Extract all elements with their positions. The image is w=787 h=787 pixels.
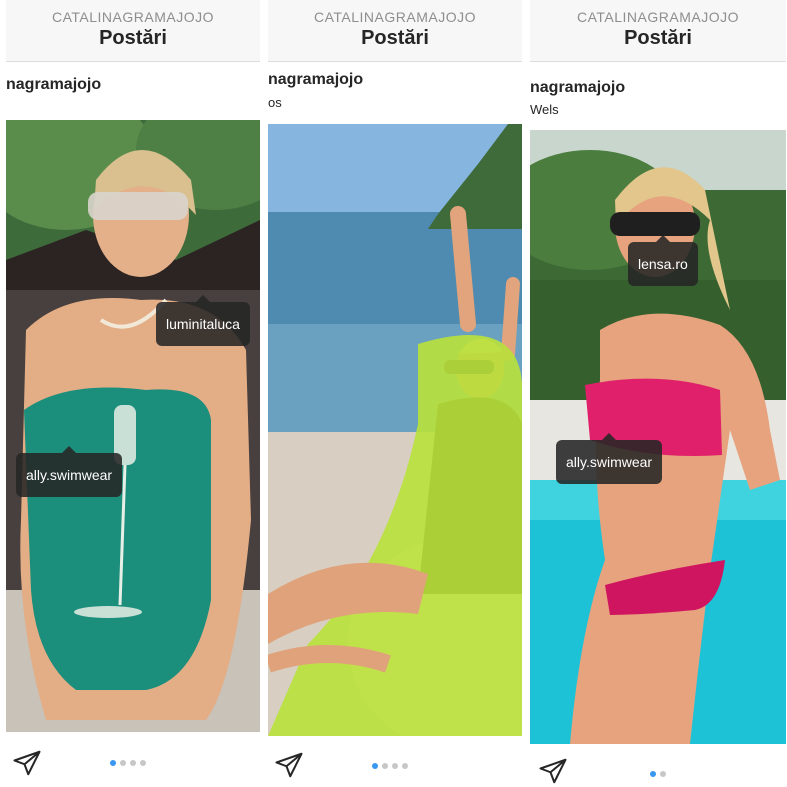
page-title: Postări: [361, 27, 429, 49]
post-photo[interactable]: [530, 130, 786, 744]
product-tag[interactable]: ally.swimwear: [16, 446, 123, 497]
product-tag[interactable]: ally.swimwear: [556, 433, 663, 484]
carousel-dot: [130, 760, 136, 766]
product-tag[interactable]: luminitaluca: [156, 295, 250, 346]
post-photo[interactable]: [268, 124, 522, 736]
carousel-dots: [372, 763, 408, 769]
account-name: CATALINAGRAMAJOJO: [576, 9, 739, 25]
page-title: Postări: [624, 27, 692, 49]
carousel-dot: [660, 771, 666, 777]
account-name: CATALINAGRAMAJOJO: [51, 9, 214, 25]
post-panel-3: CATALINAGRAMAJOJO Postări nagramajojo We…: [530, 0, 786, 787]
post-username[interactable]: nagramajojo: [530, 79, 625, 97]
post-location[interactable]: os: [268, 95, 282, 110]
carousel-dot: [402, 763, 408, 769]
carousel-dots: [110, 760, 146, 766]
post-location[interactable]: Wels: [530, 102, 559, 117]
posts-header: CATALINAGRAMAJOJO Postări: [6, 0, 260, 62]
carousel-dots: [650, 771, 666, 777]
product-tag[interactable]: lensa.ro: [628, 235, 698, 286]
page-title: Postări: [99, 27, 167, 49]
posts-header: CATALINAGRAMAJOJO Postări: [530, 0, 786, 62]
posts-header: CATALINAGRAMAJOJO Postări: [268, 0, 522, 62]
photo-pool-pink-bikini: [530, 130, 786, 744]
paper-plane-icon[interactable]: [12, 748, 42, 778]
paper-plane-icon[interactable]: [538, 756, 568, 786]
carousel-dot: [120, 760, 126, 766]
paper-plane-icon[interactable]: [274, 750, 304, 780]
post-panel-2: CATALINAGRAMAJOJO Postări nagramajojo os: [268, 0, 522, 787]
photo-beach-green-cover: [268, 124, 522, 736]
photo-swimsuit-green: [6, 120, 260, 732]
post-photo[interactable]: [6, 120, 260, 732]
post-username[interactable]: nagramajojo: [6, 76, 101, 94]
carousel-dot: [372, 763, 378, 769]
carousel-dot: [650, 771, 656, 777]
carousel-dot: [110, 760, 116, 766]
carousel-dot: [140, 760, 146, 766]
post-username[interactable]: nagramajojo: [268, 71, 363, 89]
post-panel-1: CATALINAGRAMAJOJO Postări nagramajojo lu…: [6, 0, 260, 787]
carousel-dot: [392, 763, 398, 769]
account-name: CATALINAGRAMAJOJO: [313, 9, 476, 25]
carousel-dot: [382, 763, 388, 769]
